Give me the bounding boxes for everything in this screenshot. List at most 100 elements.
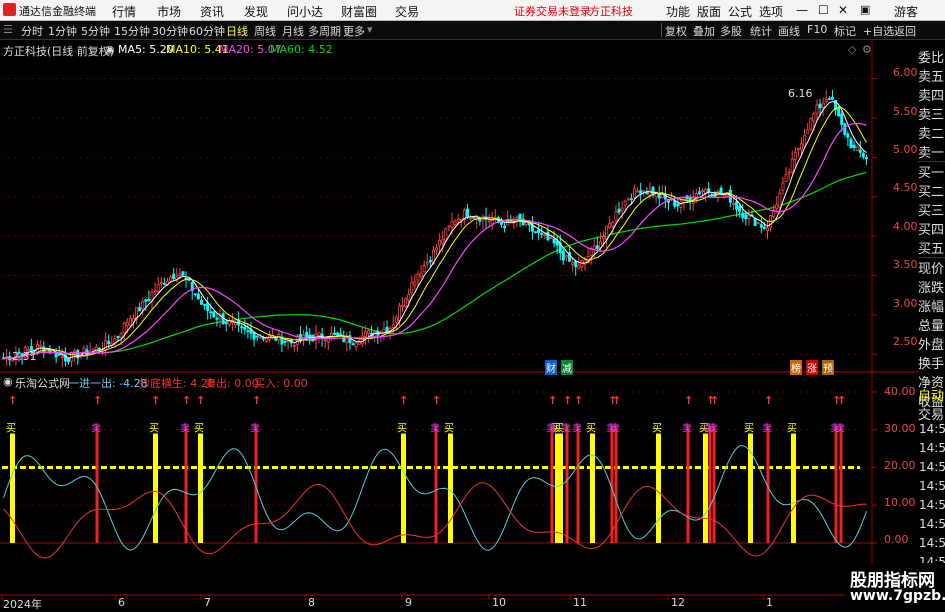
badge-finance[interactable]: 财 <box>545 360 557 375</box>
candle-body <box>843 123 847 135</box>
buy-label: 买 <box>397 423 407 435</box>
sell-label: 卖 <box>180 423 190 435</box>
tab-more[interactable]: 更多 <box>343 23 365 39</box>
candle-body <box>357 341 361 345</box>
overlay-button[interactable]: 叠加 <box>693 23 715 39</box>
side-item[interactable]: 卖五 <box>918 66 945 85</box>
indicator-v1: 一进一出: -4.28 <box>68 377 148 390</box>
side-item[interactable]: 换手 <box>918 353 945 372</box>
expand-icon[interactable]: ☰ <box>3 23 13 36</box>
draw-line-button[interactable]: 画线 <box>778 23 800 39</box>
tab-15min[interactable]: 15分钟 <box>114 23 150 39</box>
side-item[interactable]: 卖四 <box>918 85 945 104</box>
side-item[interactable]: 委比 <box>918 47 945 66</box>
side-item[interactable]: 总量 <box>918 315 945 334</box>
tab-daily[interactable]: 日线 <box>226 23 248 39</box>
minimize-icon[interactable]: — <box>796 3 808 17</box>
candle-body <box>397 305 401 321</box>
menu-options[interactable]: 选项 <box>759 3 783 20</box>
menu-news[interactable]: 资讯 <box>200 3 224 20</box>
side-item[interactable]: 买五 <box>918 238 945 257</box>
candle-body <box>162 283 166 285</box>
side-item[interactable]: 涨幅 <box>918 296 945 315</box>
gear-icon[interactable]: ⚙ <box>862 43 872 56</box>
menu-layout[interactable]: 版面 <box>697 3 721 20</box>
menu-ask[interactable]: 问小达 <box>287 3 323 20</box>
candle-body <box>592 245 596 250</box>
back-button[interactable]: 返回 <box>894 23 916 39</box>
tab-monthly[interactable]: 月线 <box>282 23 304 39</box>
add-watchlist-button[interactable]: +自选 <box>863 23 894 39</box>
badge-reduce[interactable]: 减 <box>561 360 573 375</box>
candle-body <box>561 250 565 261</box>
candle-body <box>731 203 735 205</box>
side-item[interactable]: 现价 <box>918 258 945 277</box>
candle-body <box>781 182 785 191</box>
candle-body <box>339 333 343 336</box>
side-item[interactable]: 买一 <box>918 162 945 181</box>
menu-quotes[interactable]: 行情 <box>112 3 136 20</box>
side-item[interactable]: 交易 <box>918 404 945 423</box>
sell-label: 卖 <box>708 423 718 435</box>
tab-60min[interactable]: 60分钟 <box>189 23 225 39</box>
more-chevron-icon[interactable]: ▾ <box>367 23 373 36</box>
side-item[interactable]: 买二 <box>918 181 945 200</box>
f10-button[interactable]: F10 <box>807 23 827 36</box>
eye-icon[interactable]: ◉ <box>105 43 115 56</box>
multi-stock-button[interactable]: 多股 <box>720 23 742 39</box>
candle-body <box>119 333 123 339</box>
chart-canvas[interactable]: 买买买买买买买买买买买买卖↑卖↑卖↑卖↑卖↑卖↑卖↑卖↑卖↑卖↑卖↑卖↑卖↑卖↑… <box>0 40 945 609</box>
time-label: 14:56 <box>919 441 945 455</box>
mark-button[interactable]: 标记 <box>834 23 856 39</box>
menu-formula[interactable]: 公式 <box>728 3 752 20</box>
sell-bar <box>565 425 569 543</box>
badge-rise[interactable]: 涨 <box>806 360 818 375</box>
sell-label: 卖 <box>762 423 772 435</box>
badge-rank[interactable]: 榜 <box>790 360 802 375</box>
tab-1min[interactable]: 1分钟 <box>48 23 77 39</box>
candle-body <box>673 200 677 207</box>
candle-body <box>336 332 340 337</box>
candle-body <box>144 299 148 302</box>
menu-wealth[interactable]: 财富圈 <box>341 3 377 20</box>
side-item[interactable]: 卖一 <box>918 142 945 161</box>
close-icon[interactable]: ✕ <box>838 3 848 17</box>
side-item[interactable]: 涨跌 <box>918 277 945 296</box>
maximize-icon[interactable]: ☐ <box>818 3 829 17</box>
login-warning[interactable]: 证券交易未登录 <box>514 3 591 19</box>
tab-30min[interactable]: 30分钟 <box>152 23 188 39</box>
statistics-button[interactable]: 统计 <box>750 23 772 39</box>
sell-bar <box>834 425 838 543</box>
indicator-name[interactable]: 乐淘公式网 <box>15 375 70 391</box>
badge-forecast[interactable]: 预 <box>822 360 834 375</box>
tab-multi-period[interactable]: 多周期 <box>308 23 341 39</box>
side-item[interactable]: 自动 <box>918 385 945 404</box>
menu-function[interactable]: 功能 <box>666 3 690 20</box>
candle-body <box>234 322 237 326</box>
candle-body <box>240 326 244 329</box>
restore-rights-button[interactable]: 复权 <box>665 23 687 39</box>
candle-body <box>552 238 556 244</box>
menu-market[interactable]: 市场 <box>157 3 181 20</box>
menu-trade[interactable]: 交易 <box>395 3 419 20</box>
candle-body <box>246 330 250 333</box>
diamond-icon[interactable]: ◇ <box>848 43 856 56</box>
candle-body <box>472 216 476 219</box>
candle-body <box>636 190 640 193</box>
sell-label: 卖 <box>682 423 692 435</box>
side-item[interactable]: 买四 <box>918 219 945 238</box>
tab-weekly[interactable]: 周线 <box>254 23 276 39</box>
indicator-eye-icon[interactable]: ◉ <box>3 375 13 388</box>
candle-body <box>821 102 825 108</box>
tab-intraday[interactable]: 分时 <box>21 23 43 39</box>
candle-body <box>243 326 247 330</box>
candle-body <box>178 273 182 277</box>
guest-label[interactable]: 游客 <box>894 3 918 20</box>
menu-discover[interactable]: 发现 <box>244 3 268 20</box>
side-item[interactable]: 卖二 <box>918 123 945 142</box>
side-item[interactable]: 买三 <box>918 200 945 219</box>
window-icon[interactable]: ▣ <box>860 3 870 16</box>
side-item[interactable]: 外盘 <box>918 334 945 353</box>
tab-5min[interactable]: 5分钟 <box>81 23 110 39</box>
side-item[interactable]: 卖三 <box>918 104 945 123</box>
